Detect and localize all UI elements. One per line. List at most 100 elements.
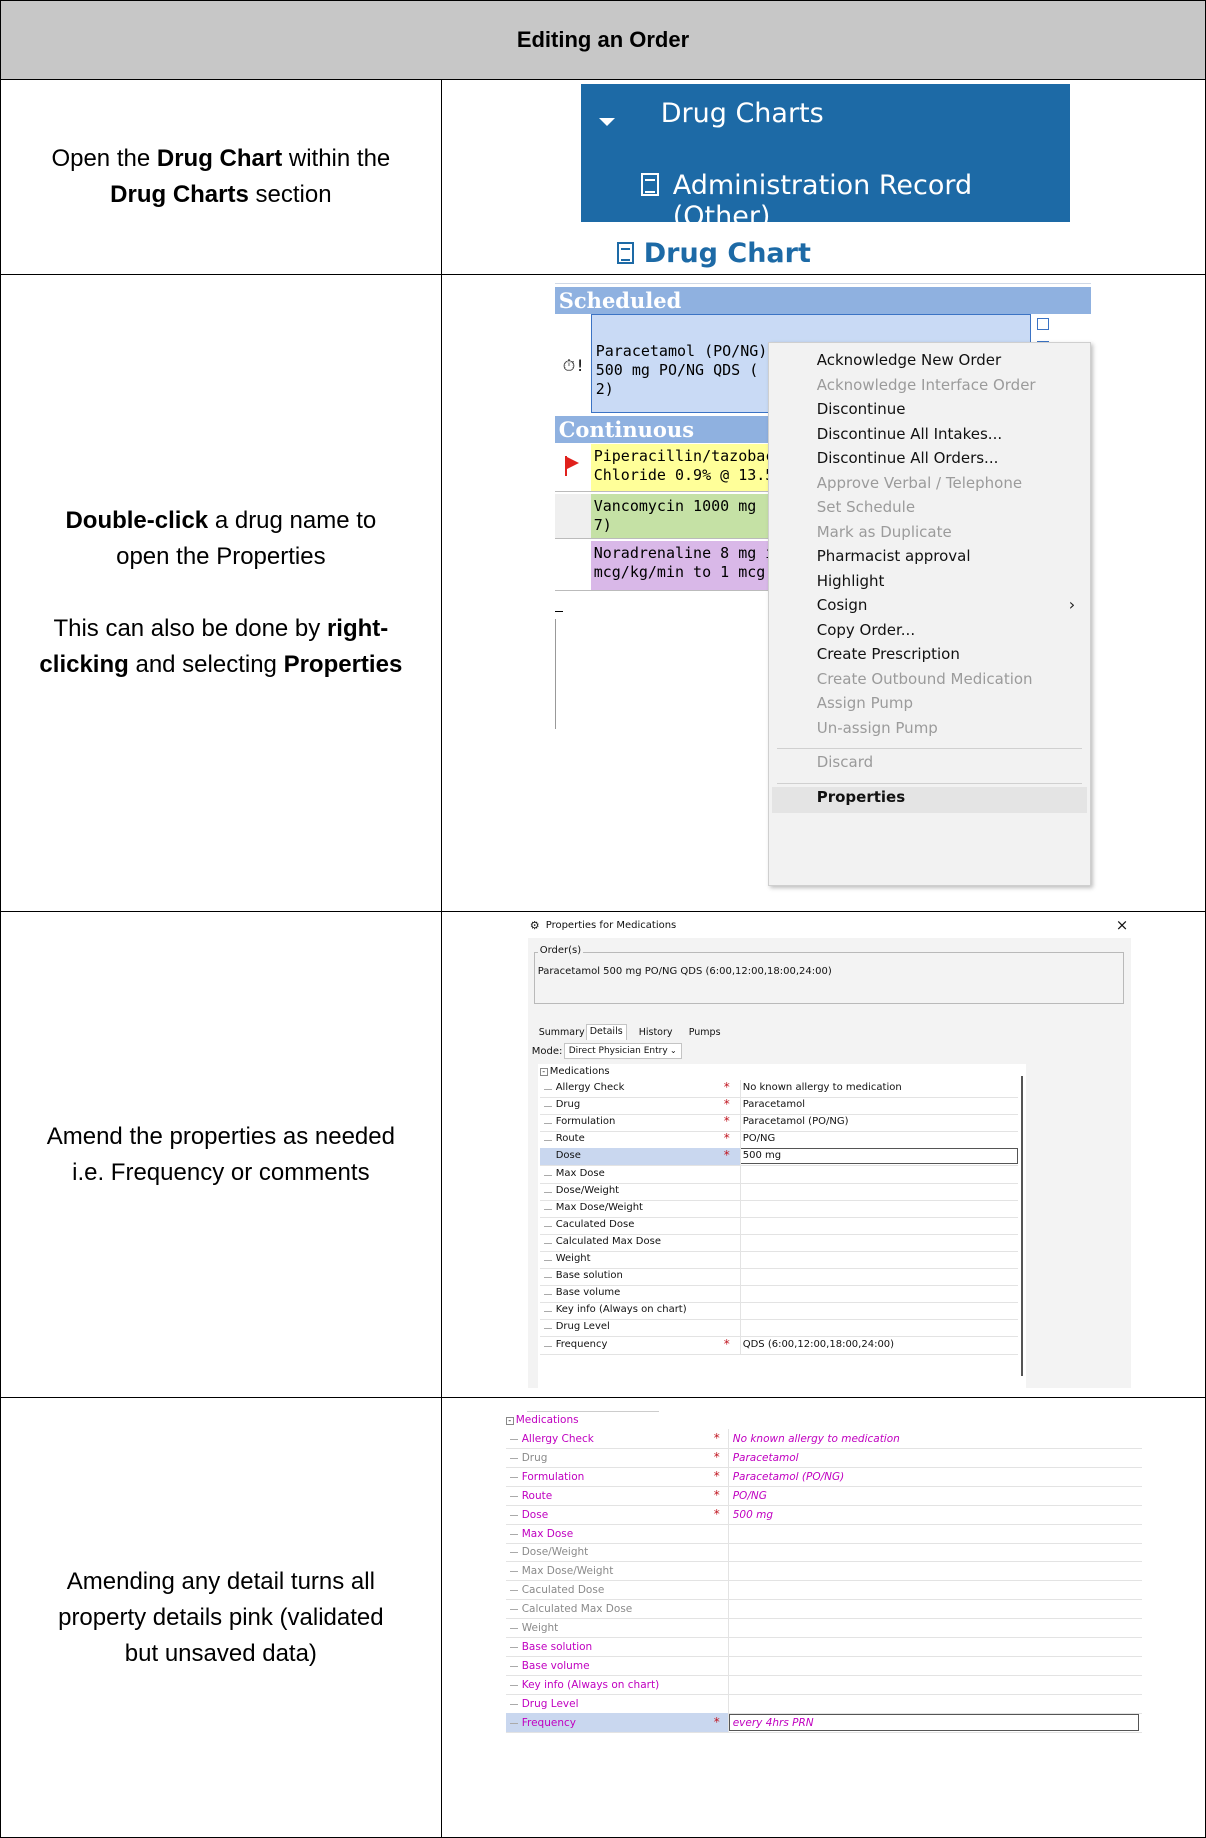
- menu-item-create-prescription[interactable]: Create Prescription: [817, 642, 960, 666]
- menu-item-discontinue-all-orders[interactable]: Discontinue All Orders...: [817, 446, 999, 470]
- text-segment: but unsaved data): [124, 1639, 317, 1667]
- tree-line: [509, 1703, 518, 1705]
- menu-item-highlight[interactable]: Highlight: [817, 569, 885, 593]
- column-divider: [727, 1712, 729, 1732]
- dose-input[interactable]: [739, 1148, 1018, 1165]
- tab-pumps[interactable]: Pumps: [686, 1026, 724, 1040]
- menu-item-acknowledge-interface-order[interactable]: Acknowledge Interface Order: [817, 373, 1036, 397]
- property-value: Paracetamol (PO/NG): [732, 1470, 845, 1483]
- tree-line: [543, 1140, 552, 1142]
- instruction-line: open the Properties: [21, 539, 421, 575]
- expand-arrow-icon[interactable]: [598, 118, 615, 126]
- menu-item-set-schedule[interactable]: Set Schedule: [817, 495, 915, 519]
- text-segment: i.e. Frequency or comments: [72, 1158, 370, 1186]
- mode-select[interactable]: Direct Physician Entry ⌄: [563, 1043, 682, 1059]
- menu-item-acknowledge-new-order[interactable]: Acknowledge New Order: [817, 348, 1001, 372]
- text-segment: Amend the properties as needed: [46, 1122, 395, 1150]
- menu-item-cosign[interactable]: Cosign: [817, 593, 868, 617]
- column-divider: [727, 1485, 729, 1505]
- tree-line: [509, 1722, 518, 1724]
- property-label: Frequency: [555, 1338, 608, 1350]
- tree-line: [543, 1174, 552, 1176]
- menu-item-copy-order[interactable]: Copy Order...: [817, 618, 915, 642]
- menu-item-properties[interactable]: Properties: [817, 785, 905, 809]
- row-divider: [539, 1131, 1018, 1133]
- row-divider: [505, 1448, 1142, 1449]
- property-label: Base volume: [521, 1659, 590, 1672]
- nav-item-administration-record[interactable]: Administration Record (Other): [673, 170, 1070, 232]
- column-divider: [727, 1674, 729, 1694]
- medications-group-label: Medications: [549, 1066, 610, 1077]
- tree-line: [543, 1089, 552, 1090]
- column-divider: [727, 1542, 729, 1562]
- drug-chart-panel: Scheduled Paracetamol (PO/NG) 500 mg PO/N…: [554, 283, 1091, 903]
- order-icon-cell: [554, 494, 591, 539]
- continuous-order-row[interactable]: Noradrenaline 8 mg i mcg/kg/min to 1 mcg: [590, 541, 791, 591]
- close-icon[interactable]: ×: [1116, 916, 1129, 934]
- tree-line: [509, 1476, 518, 1478]
- step-4-instruction: Amending any detail turns all property de…: [0, 1397, 442, 1838]
- tree-line: [543, 1191, 552, 1193]
- order-line: Piperacillin/tazobacta: [593, 447, 793, 465]
- row-divider: [539, 1319, 1018, 1321]
- instruction-line: Amending any detail turns all: [21, 1564, 421, 1600]
- order-line: 7): [593, 516, 612, 534]
- property-label: Formulation: [521, 1470, 585, 1483]
- instruction-line: Open the Drug Chart within the: [21, 141, 421, 177]
- tree-line: [509, 1439, 518, 1440]
- tree-line: [509, 1514, 518, 1516]
- tab-details[interactable]: Details: [585, 1024, 627, 1040]
- tree-line: [509, 1552, 518, 1554]
- chevron-right-icon: ›: [1068, 595, 1076, 614]
- property-label: Key info (Always on chart): [521, 1678, 660, 1691]
- menu-item-discontinue[interactable]: Discontinue: [817, 397, 906, 421]
- menu-item-mark-as-duplicate[interactable]: Mark as Duplicate: [817, 520, 952, 544]
- menu-item-assign-pump[interactable]: Assign Pump: [817, 691, 913, 715]
- collapse-icon[interactable]: -: [539, 1068, 548, 1076]
- menu-item-create-outbound-medication[interactable]: Create Outbound Medication: [817, 667, 1033, 691]
- column-divider: [739, 1285, 741, 1303]
- row-divider: [539, 1353, 1018, 1355]
- text-segment: within the: [282, 145, 391, 172]
- bold-text: clicking: [39, 651, 129, 678]
- property-label: Dose: [521, 1508, 549, 1521]
- step-2-screenshot: Scheduled Paracetamol (PO/NG) 500 mg PO/N…: [440, 274, 1206, 912]
- tab-history[interactable]: History: [636, 1026, 676, 1040]
- continuous-order-row[interactable]: Vancomycin 1000 mg 7): [590, 494, 791, 539]
- collapse-icon[interactable]: -: [505, 1417, 514, 1425]
- tree-line: [509, 1609, 518, 1611]
- scheduled-header: Scheduled: [554, 287, 1091, 314]
- column-divider: [727, 1429, 729, 1448]
- tab-summary[interactable]: Summary: [536, 1026, 588, 1040]
- order-line: mcg/kg/min to 1 mcg: [593, 563, 766, 581]
- row-divider: [505, 1731, 1142, 1733]
- menu-item-discard[interactable]: Discard: [817, 750, 873, 774]
- property-value: No known allergy to medication: [732, 1433, 900, 1445]
- text-segment: property details pink (validated: [58, 1603, 384, 1631]
- text-segment: Open the: [51, 145, 157, 172]
- tree-line: [509, 1571, 518, 1573]
- property-label: Weight: [521, 1622, 559, 1634]
- menu-item-pharmacist-approval[interactable]: Pharmacist approval: [817, 544, 971, 568]
- required-star-icon: *: [713, 1468, 720, 1483]
- drug-chart-link[interactable]: Drug Chart: [616, 238, 811, 269]
- text-segment: section: [248, 181, 332, 208]
- tree-line: [509, 1495, 518, 1497]
- menu-item-discontinue-all-intakes[interactable]: Discontinue All Intakes...: [817, 422, 1002, 446]
- menu-item-approve-verbal-telephone[interactable]: Approve Verbal / Telephone: [817, 471, 1022, 495]
- nav-section-drug-charts[interactable]: Drug Charts: [661, 98, 824, 129]
- flag-pole: [564, 456, 567, 476]
- order-summary-text: Paracetamol 500 mg PO/NG QDS (6:00,12:00…: [537, 966, 832, 977]
- menu-item-un-assign-pump[interactable]: Un-assign Pump: [817, 716, 938, 740]
- property-value[interactable]: 500 mg: [743, 1146, 781, 1166]
- property-value[interactable]: every 4hrs PRN: [733, 1713, 814, 1733]
- continuous-order-row[interactable]: Piperacillin/tazobacta Chloride 0.9% @ 13…: [590, 444, 793, 492]
- scheduled-order-paracetamol[interactable]: Paracetamol (PO/NG) 500 mg PO/NG QDS (2): [593, 339, 771, 402]
- column-divider: [727, 1618, 729, 1637]
- tree-line: [543, 1328, 552, 1330]
- step-1-screenshot: Drug Charts Administration Record (Other…: [440, 79, 1206, 275]
- step-4-screenshot: - Medications Allergy Check * No known aller…: [440, 1397, 1206, 1838]
- red-flag-icon: [564, 456, 579, 470]
- property-label: Max Dose: [521, 1527, 574, 1540]
- property-value: QDS (6:00,12:00,18:00,24:00): [742, 1338, 895, 1350]
